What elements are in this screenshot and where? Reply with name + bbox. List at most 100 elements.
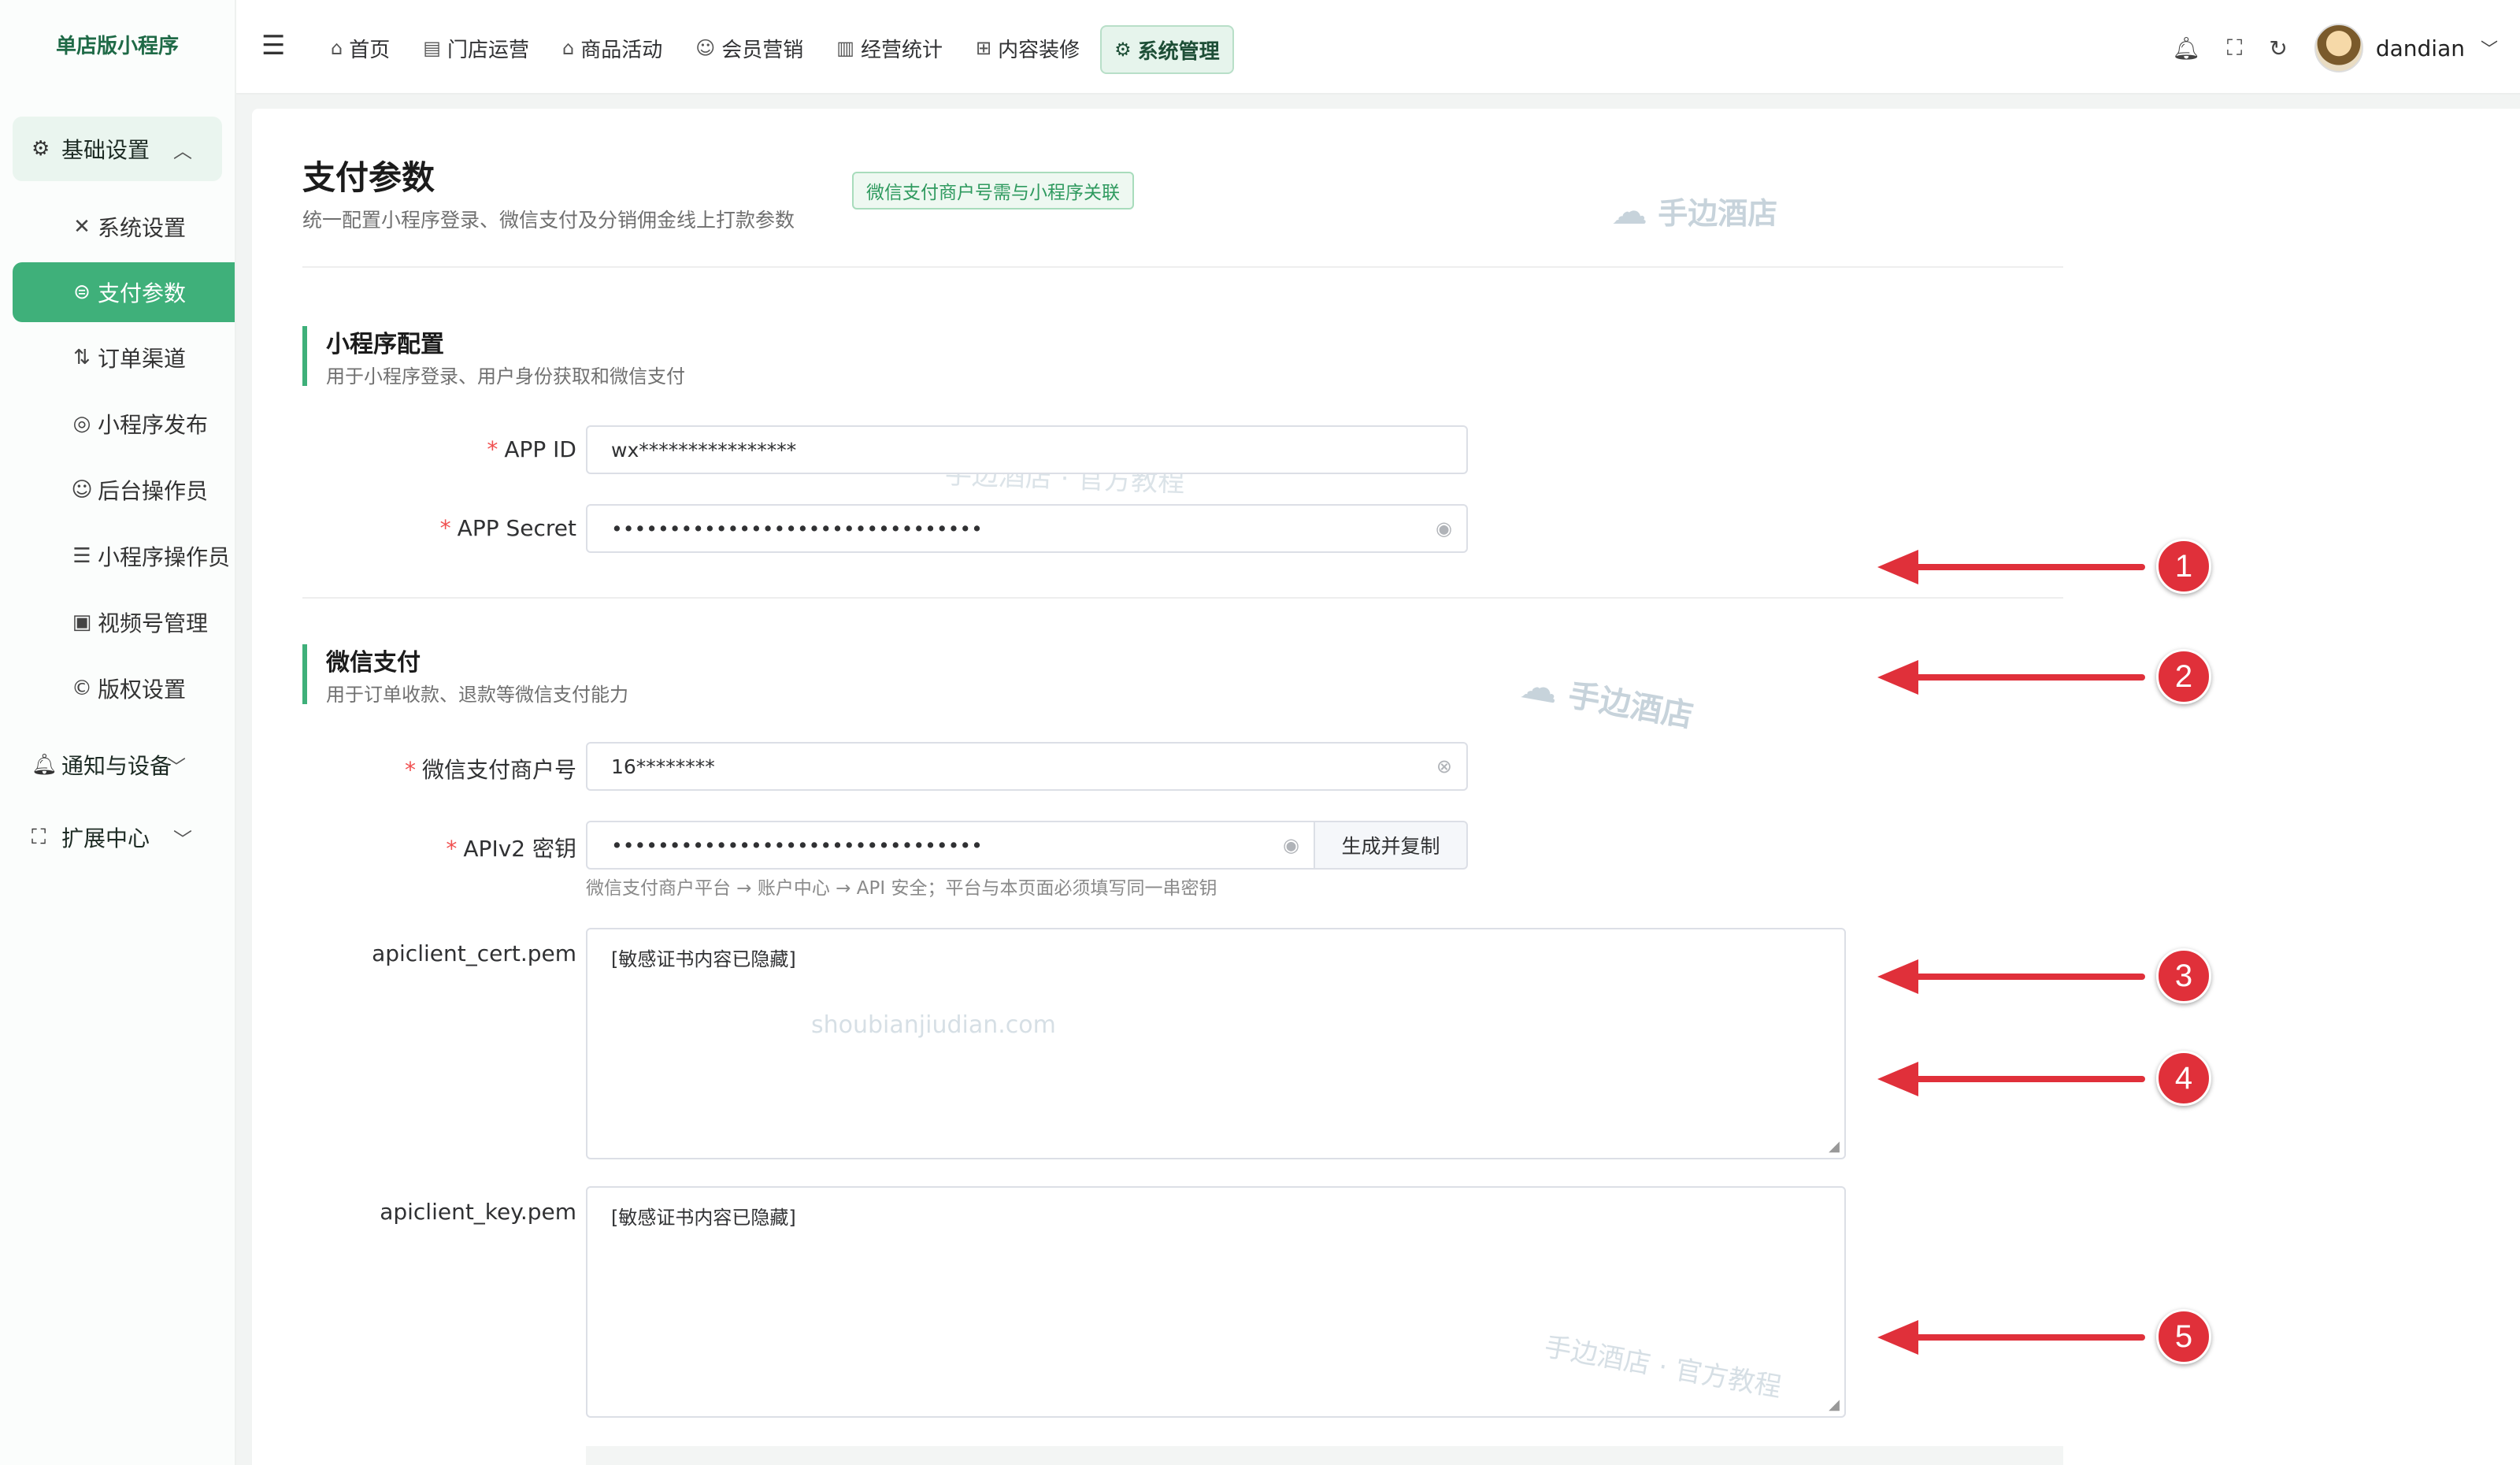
shop-icon: ⌂ <box>561 37 575 59</box>
app-secret-label: * APP Secret <box>252 515 576 541</box>
key-pem-label: apiclient_key.pem <box>380 1199 576 1225</box>
key-pem-textarea[interactable]: [敏感证书内容已隐藏] ◢ <box>586 1186 1846 1418</box>
annotation-arrow-4: 4 <box>1877 1051 2211 1106</box>
tab-business-stats[interactable]: ▥ 经营统计 <box>824 25 955 71</box>
section-accent-bar <box>302 326 307 386</box>
input-value: •••••••••••••••••••••••••••••••• <box>611 517 983 540</box>
sidebar-item-mini-operators[interactable]: ☰ 小程序操作员 <box>13 526 235 586</box>
textarea-value: [敏感证书内容已隐藏] <box>611 1207 796 1229</box>
annotation-number: 1 <box>2156 539 2211 594</box>
annotation-arrow-5: 5 <box>1877 1309 2211 1364</box>
avatar[interactable] <box>2314 24 2363 72</box>
cert-pem-textarea[interactable]: [敏感证书内容已隐藏] ◢ <box>586 928 1846 1159</box>
divider <box>302 597 2063 599</box>
tab-content-decor[interactable]: ⊞ 内容装修 <box>963 25 1092 71</box>
tab-label: 门店运营 <box>447 38 529 62</box>
required-mark: * <box>487 436 498 462</box>
sidebar-item-mini-publish[interactable]: ◎ 小程序发布 <box>13 394 235 454</box>
chevron-down-icon: ﹀ <box>167 755 186 778</box>
top-navbar: ☰ ⌂ 首页 ▤ 门店运营 ⌂ 商品活动 ☺ 会员营销 ▥ 经营统计 ⊞ 内容装修 ⚙ 系统管… <box>236 0 2520 95</box>
label-text: APP Secret <box>457 515 576 541</box>
sidebar-item-label: 小程序操作员 <box>98 544 231 570</box>
bell-icon: 🔔︎ <box>32 753 58 777</box>
annotation-number: 3 <box>2156 948 2211 1003</box>
section-title-mini: 小程序配置 <box>326 331 444 358</box>
divider <box>302 266 2063 268</box>
collapse-menu-icon[interactable]: ☰ <box>261 30 285 61</box>
tab-home[interactable]: ⌂ 首页 <box>318 25 402 71</box>
menu-group-label: 通知与设备 <box>61 753 172 779</box>
main-card: ☁ 手边酒店 手边酒店 · 官方教程 ☁ 手边酒店 shoubianjiudia… <box>252 109 2520 1465</box>
sidebar-item-label: 系统设置 <box>98 215 187 241</box>
notification-bell-icon[interactable]: 🔔︎ <box>2172 35 2200 61</box>
sidebar-item-label: 支付参数 <box>98 280 187 306</box>
apiv2-key-input[interactable]: •••••••••••••••••••••••••••••••• ◉ <box>586 821 1315 870</box>
store-icon: ▤ <box>423 37 441 59</box>
label-text: 微信支付商户号 <box>421 757 576 783</box>
box-icon: ⛶ <box>32 825 46 849</box>
tab-system-management[interactable]: ⚙ 系统管理 <box>1100 25 1234 74</box>
input-value: wx**************** <box>611 438 797 462</box>
generate-copy-button[interactable]: 生成并复制 <box>1314 821 1468 870</box>
resize-handle-icon[interactable]: ◢ <box>1829 1138 1840 1155</box>
home-icon: ⌂ <box>331 37 343 59</box>
arrow-line <box>1909 1334 2145 1341</box>
annotation-arrow-2: 2 <box>1877 649 2211 704</box>
label-text: APP ID <box>504 436 576 462</box>
user-circle-icon: ☺ <box>71 478 93 502</box>
sidebar-item-order-channel[interactable]: ⇅ 订单渠道 <box>13 328 235 388</box>
merchant-id-input[interactable]: 16******** ⊗ <box>586 742 1468 791</box>
brand-title: 单店版小程序 <box>55 35 179 58</box>
chevron-down-icon[interactable]: ﹀ <box>2481 35 2498 61</box>
section-accent-bar <box>302 644 307 704</box>
tab-label: 商品活动 <box>580 38 663 62</box>
arrow-line <box>1909 974 2145 980</box>
section-title-wxpay: 微信支付 <box>326 649 421 677</box>
username[interactable]: dandian <box>2376 35 2465 61</box>
tab-product-activity[interactable]: ⌂ 商品活动 <box>550 25 675 71</box>
menu-group-basic-settings[interactable]: ⚙ 基础设置 ︿ <box>13 117 222 181</box>
fullscreen-icon[interactable]: ⛶ <box>2227 35 2243 61</box>
cloud-logo-icon: ☁ <box>1517 662 1562 713</box>
eye-icon[interactable]: ◉ <box>1283 834 1299 856</box>
users-list-icon: ☰ <box>72 544 91 568</box>
chart-icon: ▥ <box>836 37 854 59</box>
annotation-number: 4 <box>2156 1051 2211 1106</box>
cert-pem-label: apiclient_cert.pem <box>372 940 576 966</box>
menu-group-notify-devices[interactable]: 🔔︎ 通知与设备 ﹀ <box>13 732 222 797</box>
top-nav: ⌂ 首页 ▤ 门店运营 ⌂ 商品活动 ☺ 会员营销 ▥ 经营统计 ⊞ 内容装修 ⚙ 系统管理 <box>318 25 1234 74</box>
annotation-number: 2 <box>2156 649 2211 704</box>
sidebar-item-copyright[interactable]: © 版权设置 <box>13 658 235 718</box>
sidebar-item-system-settings[interactable]: ✕ 系统设置 <box>13 197 235 257</box>
section-subtitle-mini: 用于小程序登录、用户身份获取和微信支付 <box>326 365 685 388</box>
watermark-text: 手边酒店 <box>1658 196 1778 231</box>
sidebar-item-label: 小程序发布 <box>98 412 209 438</box>
arrow-line <box>1909 564 2145 570</box>
sidebar-item-admin-operators[interactable]: ☺ 后台操作员 <box>13 460 235 520</box>
arrow-line <box>1909 674 2145 681</box>
appid-input[interactable]: wx**************** <box>586 425 1468 474</box>
appid-label: * APP ID <box>252 436 576 462</box>
menu-group-extensions[interactable]: ⛶ 扩展中心 ﹀ <box>13 805 222 870</box>
app-secret-input[interactable]: •••••••••••••••••••••••••••••••• ◉ <box>586 504 1468 553</box>
tab-store-ops[interactable]: ▤ 门店运营 <box>410 25 542 71</box>
tab-member-marketing[interactable]: ☺ 会员营销 <box>683 25 816 71</box>
sidebar-item-label: 版权设置 <box>98 677 187 703</box>
next-field-partial <box>586 1446 2063 1465</box>
page-title: 支付参数 <box>302 158 435 197</box>
member-icon: ☺ <box>695 37 716 59</box>
topbar-tools: 🔔︎ ⛶ ↻ dandian ﹀ <box>2172 24 2498 72</box>
sidebar-item-payment-params[interactable]: ⊜ 支付参数 <box>13 262 235 322</box>
required-mark: * <box>446 836 458 862</box>
refresh-icon[interactable]: ↻ <box>2269 35 2287 61</box>
menu-group-label: 基础设置 <box>61 137 150 163</box>
resize-handle-icon[interactable]: ◢ <box>1829 1396 1840 1413</box>
watermark-logo: ☁ 手边酒店 <box>1611 189 1777 232</box>
sidebar-item-label: 视频号管理 <box>98 610 209 636</box>
eye-icon[interactable]: ◉ <box>1436 517 1452 540</box>
clear-icon[interactable]: ⊗ <box>1436 755 1452 777</box>
input-value: •••••••••••••••••••••••••••••••• <box>611 833 983 857</box>
sidebar-item-video-account[interactable]: ▣ 视频号管理 <box>13 592 235 652</box>
publish-icon: ◎ <box>72 412 91 436</box>
arrow-line <box>1909 1076 2145 1082</box>
